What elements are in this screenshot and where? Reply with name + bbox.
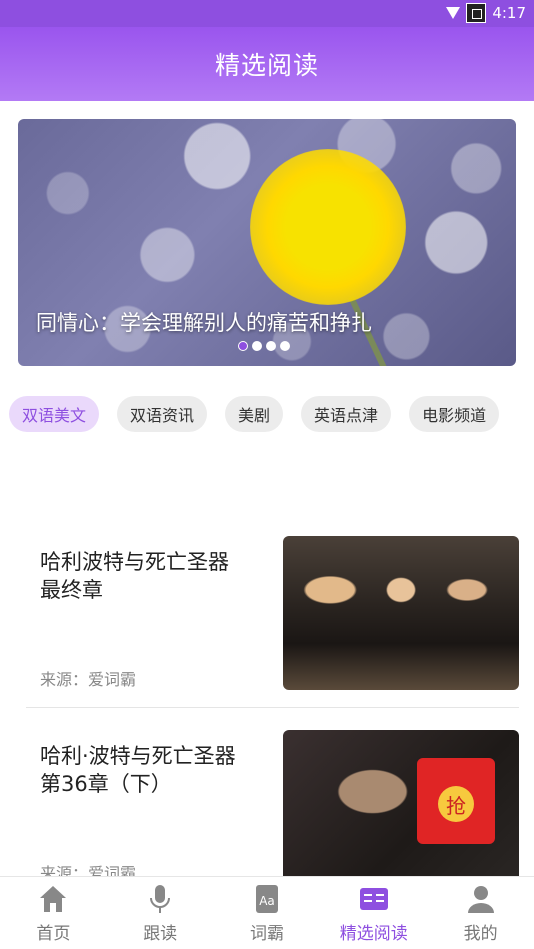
article-item[interactable]: 哈利波特与死亡圣器 最终章 来源：爱词霸 bbox=[26, 536, 519, 708]
carousel-dot[interactable] bbox=[266, 341, 276, 351]
article-thumbnail bbox=[283, 536, 519, 690]
carousel-dot[interactable] bbox=[280, 341, 290, 351]
page-title: 精选阅读 bbox=[214, 51, 319, 80]
nav-label: 精选阅读 bbox=[339, 924, 408, 944]
screenshot-icon[interactable] bbox=[466, 3, 487, 23]
profile-icon bbox=[467, 886, 494, 913]
status-bar: 4:17 bbox=[0, 0, 534, 27]
header: 精选阅读 bbox=[0, 27, 534, 101]
top-section: 同情心：学会理解别人的痛苦和挣扎 双语美文 双语资讯 美剧 英语点津 电影频道 bbox=[0, 101, 534, 449]
red-packet-button[interactable]: 抢 bbox=[417, 758, 495, 844]
nav-label: 词霸 bbox=[249, 924, 284, 944]
category-chip-bilingual-news[interactable]: 双语资讯 bbox=[117, 396, 208, 432]
bottom-nav: 首页 跟读 Aa 词霸 精选阅读 我的 bbox=[0, 876, 534, 949]
article-title: 哈利波特与死亡圣器 最终章 bbox=[40, 550, 229, 602]
article-title: 哈利·波特与死亡圣器 第36章（下） bbox=[40, 744, 236, 796]
nav-item-dictionary[interactable]: Aa 词霸 bbox=[214, 877, 321, 949]
divider bbox=[26, 707, 519, 708]
nav-label: 我的 bbox=[463, 924, 498, 944]
red-packet-coin: 抢 bbox=[438, 786, 474, 822]
category-chip-english-tips[interactable]: 英语点津 bbox=[301, 396, 392, 432]
microphone-icon bbox=[150, 885, 171, 913]
category-chip-movie-channel[interactable]: 电影频道 bbox=[409, 396, 500, 432]
nav-item-follow-read[interactable]: 跟读 bbox=[107, 877, 214, 949]
carousel-dot[interactable] bbox=[238, 341, 248, 351]
banner-caption[interactable]: 同情心：学会理解别人的痛苦和挣扎 bbox=[36, 307, 372, 337]
nav-item-profile[interactable]: 我的 bbox=[427, 877, 534, 949]
nav-label: 跟读 bbox=[143, 924, 178, 944]
carousel-indicator bbox=[238, 341, 290, 351]
category-chip-tv-series[interactable]: 美剧 bbox=[225, 396, 284, 432]
dictionary-icon: Aa bbox=[255, 885, 278, 913]
article-thumbnail: 抢 bbox=[283, 730, 519, 884]
banner-flower-image bbox=[250, 149, 406, 305]
home-icon bbox=[40, 886, 67, 912]
carousel-dot[interactable] bbox=[252, 341, 262, 351]
banner-carousel[interactable]: 同情心：学会理解别人的痛苦和挣扎 bbox=[18, 119, 516, 366]
status-time: 4:17 bbox=[492, 4, 526, 22]
category-chip-bilingual-essays[interactable]: 双语美文 bbox=[9, 396, 100, 432]
wifi-icon bbox=[446, 7, 461, 19]
article-list: 哈利波特与死亡圣器 最终章 来源：爱词霸 哈利·波特与死亡圣器 第36章（下） … bbox=[0, 449, 534, 884]
article-source: 来源：爱词霸 bbox=[40, 670, 137, 689]
svg-text:Aa: Aa bbox=[259, 894, 275, 908]
nav-label: 首页 bbox=[36, 924, 71, 944]
reading-icon bbox=[359, 888, 388, 910]
nav-item-featured-reading[interactable]: 精选阅读 bbox=[320, 877, 427, 949]
category-tabs: 双语美文 双语资讯 美剧 英语点津 电影频道 bbox=[9, 396, 500, 432]
nav-item-home[interactable]: 首页 bbox=[0, 877, 107, 949]
